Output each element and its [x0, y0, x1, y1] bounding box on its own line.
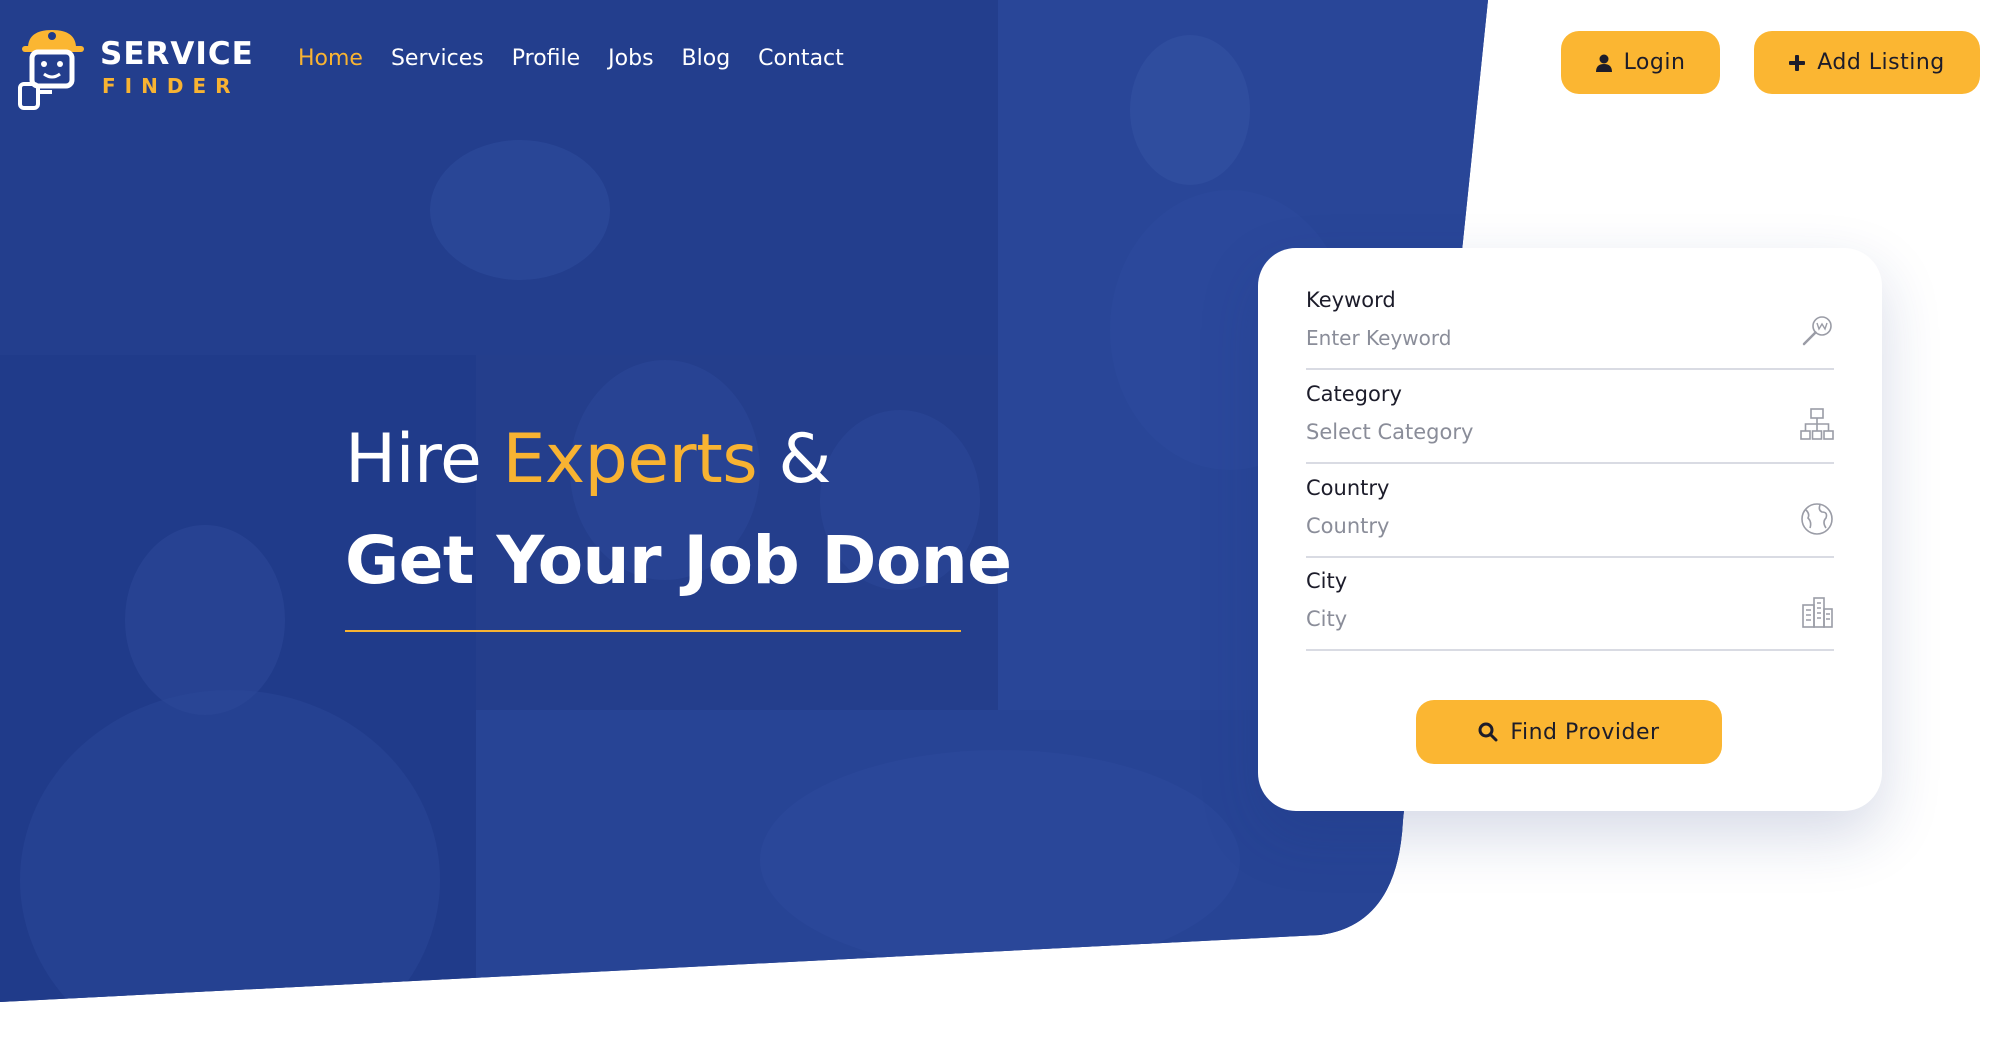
find-provider-label: Find Provider — [1510, 719, 1660, 745]
category-label: Category — [1306, 382, 1402, 406]
search-icon — [1478, 722, 1498, 742]
category-field[interactable]: Category Select Category — [1306, 382, 1834, 464]
category-select[interactable]: Select Category — [1306, 420, 1473, 444]
country-label: Country — [1306, 476, 1390, 500]
globe-icon — [1801, 503, 1833, 535]
keyword-label: Keyword — [1306, 288, 1396, 312]
keyword-field[interactable]: Keyword Enter Keyword — [1306, 288, 1834, 370]
brand-name-line1: SERVICE — [100, 36, 254, 72]
user-icon — [1595, 54, 1612, 72]
headline-underline — [345, 630, 961, 632]
country-field[interactable]: Country Country — [1306, 476, 1834, 558]
category-tree-icon — [1800, 408, 1834, 440]
headline-part2: & — [757, 420, 831, 499]
city-buildings-icon — [1802, 597, 1833, 628]
handyman-logo-icon — [18, 30, 84, 110]
login-label: Login — [1623, 50, 1686, 75]
nav-item-home[interactable]: Home — [298, 46, 363, 71]
keyword-input[interactable]: Enter Keyword — [1306, 326, 1451, 350]
headline-part1: Hire — [345, 420, 503, 499]
plus-icon — [1789, 54, 1806, 71]
headline-accent: Experts — [502, 420, 758, 499]
brand-name-line2: FINDER — [102, 74, 240, 98]
nav-item-contact[interactable]: Contact — [758, 46, 844, 71]
nav-item-profile[interactable]: Profile — [512, 46, 580, 71]
hero-headline: Hire Experts & — [345, 420, 831, 499]
find-provider-button[interactable]: Find Provider — [1416, 700, 1722, 764]
add-listing-button[interactable]: Add Listing — [1754, 31, 1980, 94]
nav-item-blog[interactable]: Blog — [682, 46, 731, 71]
keyword-search-icon — [1802, 316, 1832, 346]
page-bottom-edge — [0, 1049, 2000, 1061]
login-button[interactable]: Login — [1561, 31, 1720, 94]
city-field[interactable]: City City — [1306, 569, 1834, 651]
hero-headline-bold: Get Your Job Done — [345, 522, 1012, 599]
city-input[interactable]: City — [1306, 607, 1347, 631]
nav-item-jobs[interactable]: Jobs — [608, 46, 653, 71]
main-nav: Home Services Profile Jobs Blog Contact — [298, 46, 844, 71]
country-input[interactable]: Country — [1306, 514, 1389, 538]
brand-logo[interactable]: SERVICE FINDER — [18, 26, 253, 110]
search-card: Keyword Enter Keyword Category Select Ca… — [1258, 248, 1882, 811]
city-label: City — [1306, 569, 1348, 593]
nav-item-services[interactable]: Services — [391, 46, 484, 71]
add-listing-label: Add Listing — [1817, 50, 1945, 75]
